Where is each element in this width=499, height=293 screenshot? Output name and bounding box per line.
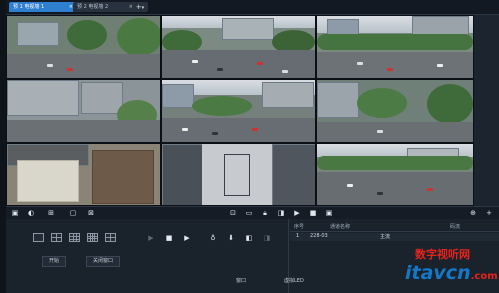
video-cell-6[interactable]	[317, 80, 473, 142]
layout-1x1-button[interactable]	[33, 233, 44, 242]
tab-label: 预 1 电视墙 1	[13, 4, 45, 10]
stop-icon[interactable]: ■	[308, 208, 318, 218]
layout-4x4-button[interactable]	[87, 233, 98, 242]
download-icon[interactable]: ⬇	[226, 233, 236, 243]
cell-seq: 1	[296, 233, 300, 239]
add-tab-button[interactable]: +▾	[132, 2, 148, 12]
video-cell-7[interactable]	[7, 144, 160, 205]
video-cell-1[interactable]	[7, 16, 160, 78]
col-seq: 序号	[294, 224, 305, 230]
lock-icon[interactable]: ◐	[26, 208, 36, 218]
layout-custom-button[interactable]	[105, 233, 116, 242]
watermark-en-text: itavcn	[405, 262, 471, 284]
layout-3x3-button[interactable]	[69, 233, 80, 242]
lock-icon[interactable]: 🔒︎	[260, 208, 270, 218]
video-cell-2[interactable]	[162, 16, 315, 78]
video-wall-grid	[6, 15, 474, 206]
video-toolbar: ▣ ◐ ⊞ ▢ ⊠ ⊡ ▭ 🔒︎ ◨ ▶ ■ ▣ ⊕ +	[6, 206, 499, 220]
col-channel: 通道名称	[330, 224, 351, 230]
crosshair-icon[interactable]: ⊕	[468, 208, 478, 218]
layout-grid-icon[interactable]: ⊞	[46, 208, 56, 218]
play-icon[interactable]: ▶	[182, 233, 192, 243]
close-window-button[interactable]: 关闭窗口	[86, 256, 121, 267]
video-cell-4[interactable]	[7, 80, 160, 142]
tab-window[interactable]: 窗口	[232, 276, 250, 286]
chevron-down-icon: ▾	[141, 5, 145, 11]
channel-list-header: 序号 通道名称 码流	[290, 223, 499, 232]
video-cell-3[interactable]	[317, 16, 473, 78]
lock-icon[interactable]: ◨	[262, 233, 272, 243]
table-row[interactable]: 1 228-03 主流	[290, 233, 499, 241]
video-cell-9[interactable]	[317, 144, 473, 205]
unlock-icon[interactable]: ◨	[276, 208, 286, 218]
screen-icon[interactable]: ▭	[244, 208, 254, 218]
play-icon[interactable]: ▶	[292, 208, 302, 218]
cell-status: 主流	[380, 234, 391, 240]
tab-tv-wall-1[interactable]: 预 1 电视墙 1 ×	[9, 2, 77, 12]
stop-icon[interactable]: ■	[164, 233, 174, 243]
fullscreen-icon[interactable]: ▢	[68, 208, 78, 218]
close-square-icon[interactable]: ⊠	[86, 208, 96, 218]
video-cell-5[interactable]	[162, 80, 315, 142]
light-icon[interactable]: ♁	[208, 233, 218, 243]
open-button[interactable]: 开始	[42, 256, 67, 267]
layout-2x2-button[interactable]	[51, 233, 62, 242]
tab-tv-wall-2[interactable]: 预 2 电视墙 2 ×	[73, 2, 137, 12]
add-icon[interactable]: +	[484, 208, 494, 218]
video-cell-8[interactable]	[162, 144, 315, 205]
watermark-en: itavcn.com	[405, 262, 498, 284]
tab-bar: 预 1 电视墙 1 × 预 2 电视墙 2 × +▾	[6, 0, 499, 15]
save-icon[interactable]: ▣	[10, 208, 20, 218]
prev-icon[interactable]: ▶	[146, 233, 156, 243]
fit-icon[interactable]: ⊡	[228, 208, 238, 218]
col-status: 码流	[450, 224, 461, 230]
tab-label: 预 2 电视墙 2	[77, 4, 109, 10]
unlock-icon[interactable]: ◧	[244, 233, 254, 243]
site-watermark: 数字视听网 itavcn.com	[383, 244, 499, 293]
tab-virtual-led[interactable]: 虚拟LED	[280, 276, 308, 286]
watermark-suffix: .com	[470, 271, 498, 282]
cell-channel: 228-03	[310, 233, 328, 239]
record-icon[interactable]: ▣	[324, 208, 334, 218]
watermark-cn: 数字视听网	[415, 248, 470, 261]
